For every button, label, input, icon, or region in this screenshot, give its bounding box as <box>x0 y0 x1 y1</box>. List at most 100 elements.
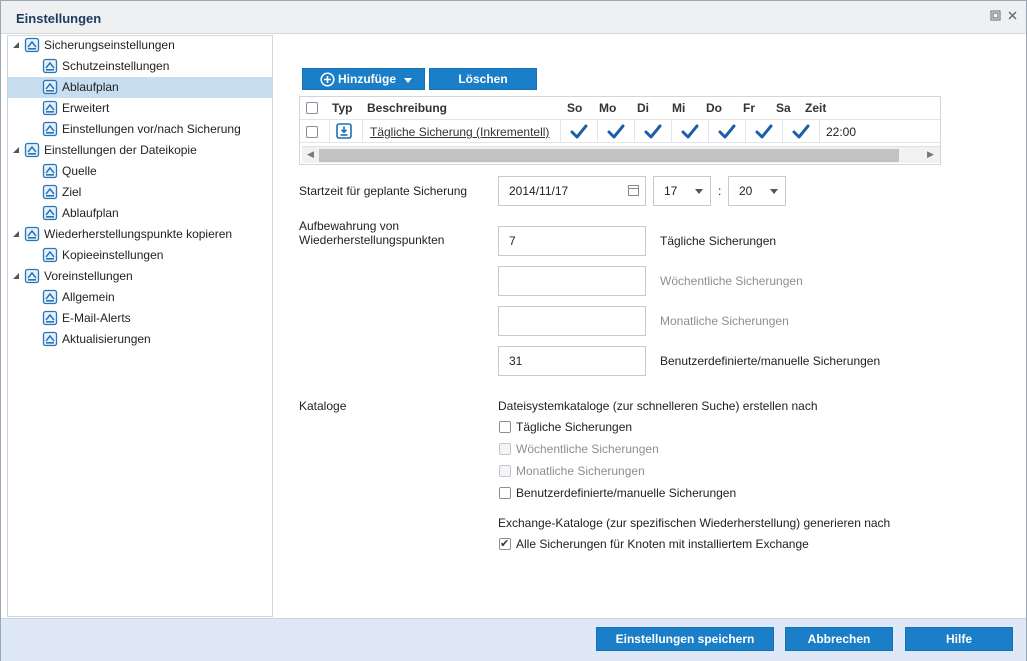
tree-item-label: Einstellungen vor/nach Sicherung <box>62 122 241 136</box>
tree-item-12[interactable]: Voreinstellungen <box>8 266 272 287</box>
chevron-down-icon <box>695 189 703 194</box>
fs-weekly-checkbox[interactable] <box>499 443 511 455</box>
title-bar: Einstellungen <box>1 1 1026 34</box>
fs-daily-checkbox[interactable] <box>499 421 511 433</box>
day-check-icon <box>644 124 662 140</box>
backup-settings-icon <box>24 37 40 53</box>
preferences-icon <box>24 268 40 284</box>
exchange-all-checkbox[interactable] <box>499 537 511 550</box>
expand-triangle-icon[interactable] <box>12 41 20 49</box>
chevron-down-icon <box>770 189 778 194</box>
tree-item-label: Kopieeinstellungen <box>62 248 164 262</box>
tree-item-label: Ziel <box>62 185 82 199</box>
col-header-mi: Mi <box>672 101 686 115</box>
expand-triangle-icon[interactable] <box>12 272 20 280</box>
schedule-description-link[interactable]: Tägliche Sicherung (Inkrementell) <box>370 120 549 144</box>
email-icon <box>42 310 58 326</box>
exchange-all-label: Alle Sicherungen für Knoten mit installi… <box>516 537 809 551</box>
tree-item-6[interactable]: Einstellungen der Dateikopie <box>8 140 272 161</box>
fs-weekly-label: Wöchentliche Sicherungen <box>516 442 659 456</box>
custom-retention-input[interactable]: 31 <box>498 346 646 376</box>
minute-select[interactable]: 20 <box>728 176 786 206</box>
tree-item-9[interactable]: Ablaufplan <box>8 203 272 224</box>
retention-label-line1: Aufbewahrung von <box>299 219 400 233</box>
fs-monthly-checkbox[interactable] <box>499 465 511 477</box>
tree-item-label: Allgemein <box>62 290 115 304</box>
daily-retention-label: Tägliche Sicherungen <box>660 234 777 248</box>
tree-item-label: Schutzeinstellungen <box>62 59 170 73</box>
save-settings-button[interactable]: Einstellungen speichern <box>596 627 774 651</box>
start-date-field[interactable]: 2014/11/17 <box>498 176 646 206</box>
tree-item-label: Voreinstellungen <box>44 269 133 283</box>
col-header-description: Beschreibung <box>367 101 448 115</box>
hour-select[interactable]: 17 <box>653 176 711 206</box>
tree-item-label: Ablaufplan <box>62 80 119 94</box>
minute-value: 20 <box>739 184 753 198</box>
tree-item-14[interactable]: E-Mail-Alerts <box>8 308 272 329</box>
col-header-do: Do <box>706 101 722 115</box>
copy-recovery-icon <box>24 226 40 242</box>
backup-type-icon <box>336 123 352 139</box>
col-header-type: Typ <box>332 101 353 115</box>
restore-icon[interactable] <box>989 10 1002 23</box>
calendar-icon[interactable] <box>628 185 639 196</box>
fs-custom-checkbox[interactable] <box>499 487 511 499</box>
expand-triangle-icon[interactable] <box>12 230 20 238</box>
tree-item-10[interactable]: Wiederherstellungspunkte kopieren <box>8 224 272 245</box>
hour-value: 17 <box>664 184 678 198</box>
dialog-title: Einstellungen <box>16 11 102 26</box>
daily-retention-input[interactable]: 7 <box>498 226 646 256</box>
dialog-footer: Einstellungen speichern Abbrechen Hilfe <box>1 618 1026 661</box>
tree-item-label: Aktualisierungen <box>62 332 151 346</box>
chevron-down-icon <box>404 78 412 83</box>
col-header-mo: Mo <box>599 101 617 115</box>
fs-custom-label: Benutzerdefinierte/manuelle Sicherungen <box>516 486 737 500</box>
scroll-right-icon[interactable]: ▶ <box>927 149 934 160</box>
add-circle-icon <box>320 72 335 87</box>
tree-item-8[interactable]: Ziel <box>8 182 272 203</box>
scroll-thumb[interactable] <box>319 149 899 162</box>
help-button[interactable]: Hilfe <box>905 627 1013 651</box>
fs-monthly-label: Monatliche Sicherungen <box>516 464 645 478</box>
updates-icon <box>42 331 58 347</box>
schedule-panel: Hinzufüge Löschen Typ Beschreibung So Mo… <box>273 35 1026 617</box>
monthly-retention-input[interactable] <box>498 306 646 336</box>
tree-item-3[interactable]: Ablaufplan <box>8 77 272 98</box>
schedule-icon <box>42 79 58 95</box>
filecopy-icon <box>24 142 40 158</box>
schedule-icon <box>42 205 58 221</box>
weekly-retention-input[interactable] <box>498 266 646 296</box>
tree-item-label: Wiederherstellungspunkte kopieren <box>44 227 233 241</box>
tree-item-2[interactable]: Schutzeinstellungen <box>8 56 272 77</box>
row-checkbox[interactable] <box>306 126 318 138</box>
schedule-time: 22:00 <box>826 125 857 139</box>
copy-settings-icon <box>42 247 58 263</box>
tree-item-7[interactable]: Quelle <box>8 161 272 182</box>
custom-retention-label: Benutzerdefinierte/manuelle Sicherungen <box>660 354 881 368</box>
tree-item-4[interactable]: Erweitert <box>8 98 272 119</box>
tree-item-label: Quelle <box>62 164 97 178</box>
fs-daily-label: Tägliche Sicherungen <box>516 420 633 434</box>
cancel-button[interactable]: Abbrechen <box>785 627 893 651</box>
day-check-icon <box>792 124 810 140</box>
grid-horizontal-scrollbar[interactable]: ◀ ▶ <box>302 146 940 163</box>
tree-item-15[interactable]: Aktualisierungen <box>8 329 272 350</box>
tree-item-1[interactable]: Sicherungseinstellungen <box>8 35 272 56</box>
monthly-retention-label: Monatliche Sicherungen <box>660 314 789 328</box>
col-header-time: Zeit <box>805 101 827 115</box>
scroll-left-icon[interactable]: ◀ <box>307 149 314 160</box>
add-button[interactable]: Hinzufüge <box>302 68 425 90</box>
advanced-icon <box>42 100 58 116</box>
expand-triangle-icon[interactable] <box>12 146 20 154</box>
close-icon[interactable] <box>1006 10 1019 23</box>
tree-item-11[interactable]: Kopieeinstellungen <box>8 245 272 266</box>
select-all-checkbox[interactable] <box>306 102 318 114</box>
col-header-so: So <box>567 101 583 115</box>
day-check-icon <box>755 124 773 140</box>
tree-item-5[interactable]: Einstellungen vor/nach Sicherung <box>8 119 272 140</box>
tree-item-label: Sicherungseinstellungen <box>44 38 175 52</box>
tree-item-13[interactable]: Allgemein <box>8 287 272 308</box>
delete-button[interactable]: Löschen <box>429 68 537 90</box>
retention-label-line2: Wiederherstellungspunkten <box>299 233 445 247</box>
tree-item-label: Ablaufplan <box>62 206 119 220</box>
